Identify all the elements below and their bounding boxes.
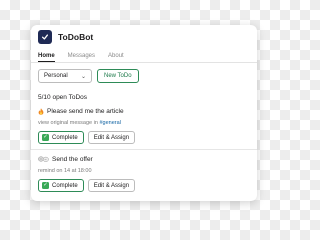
divider (31, 149, 257, 150)
todo-actions: ✓ Complete Edit & Assign (38, 179, 136, 192)
todobot-panel: ToDoBot Home Messages About Personal ⌄ N… (31, 25, 257, 201)
controls-row: Personal ⌄ New ToDo (38, 69, 139, 83)
tab-about[interactable]: About (108, 53, 124, 62)
complete-button-label: Complete (52, 182, 78, 189)
todo-item: Send the offer remind on 14 at 18:00 ✓ C… (38, 156, 136, 192)
todo-title-row: Send the offer (38, 156, 135, 163)
tab-bar: Home Messages About (31, 49, 257, 63)
todo-subtitle: view original message in #general (38, 120, 135, 126)
complete-button[interactable]: ✓ Complete (38, 179, 84, 192)
todo-item: Please send me the article view original… (38, 108, 136, 144)
edit-assign-button[interactable]: Edit & Assign (87, 179, 136, 192)
todo-actions: ✓ Complete Edit & Assign (38, 131, 136, 144)
todo-subtitle-text: view original message in (38, 120, 100, 126)
tab-messages[interactable]: Messages (68, 53, 95, 62)
todo-title-row: Please send me the article (38, 108, 135, 115)
edit-assign-button[interactable]: Edit & Assign (87, 131, 136, 144)
todo-subtitle: remind on 14 at 18:00 (38, 168, 135, 174)
tab-home[interactable]: Home (38, 53, 55, 62)
speech-bubbles-icon (38, 156, 49, 163)
filter-select[interactable]: Personal ⌄ (38, 69, 92, 83)
channel-link[interactable]: #general (99, 120, 120, 126)
filter-select-value: Personal (44, 73, 68, 79)
todo-title: Send the offer (52, 156, 93, 163)
check-mark-icon: ✓ (42, 182, 49, 189)
todo-title: Please send me the article (47, 108, 124, 115)
app-name: ToDoBot (58, 32, 94, 42)
app-logo-checkmark-icon (38, 30, 52, 44)
open-todos-count: 5/10 open ToDos (38, 94, 88, 101)
complete-button-label: Complete (52, 134, 78, 141)
todo-reminder-text: remind on 14 at 18:00 (38, 168, 92, 174)
complete-button[interactable]: ✓ Complete (38, 131, 84, 144)
panel-header: ToDoBot (31, 25, 257, 49)
chevron-down-icon: ⌄ (80, 73, 86, 80)
new-todo-button[interactable]: New ToDo (97, 69, 139, 83)
fire-icon (38, 108, 44, 115)
check-mark-icon: ✓ (42, 134, 49, 141)
